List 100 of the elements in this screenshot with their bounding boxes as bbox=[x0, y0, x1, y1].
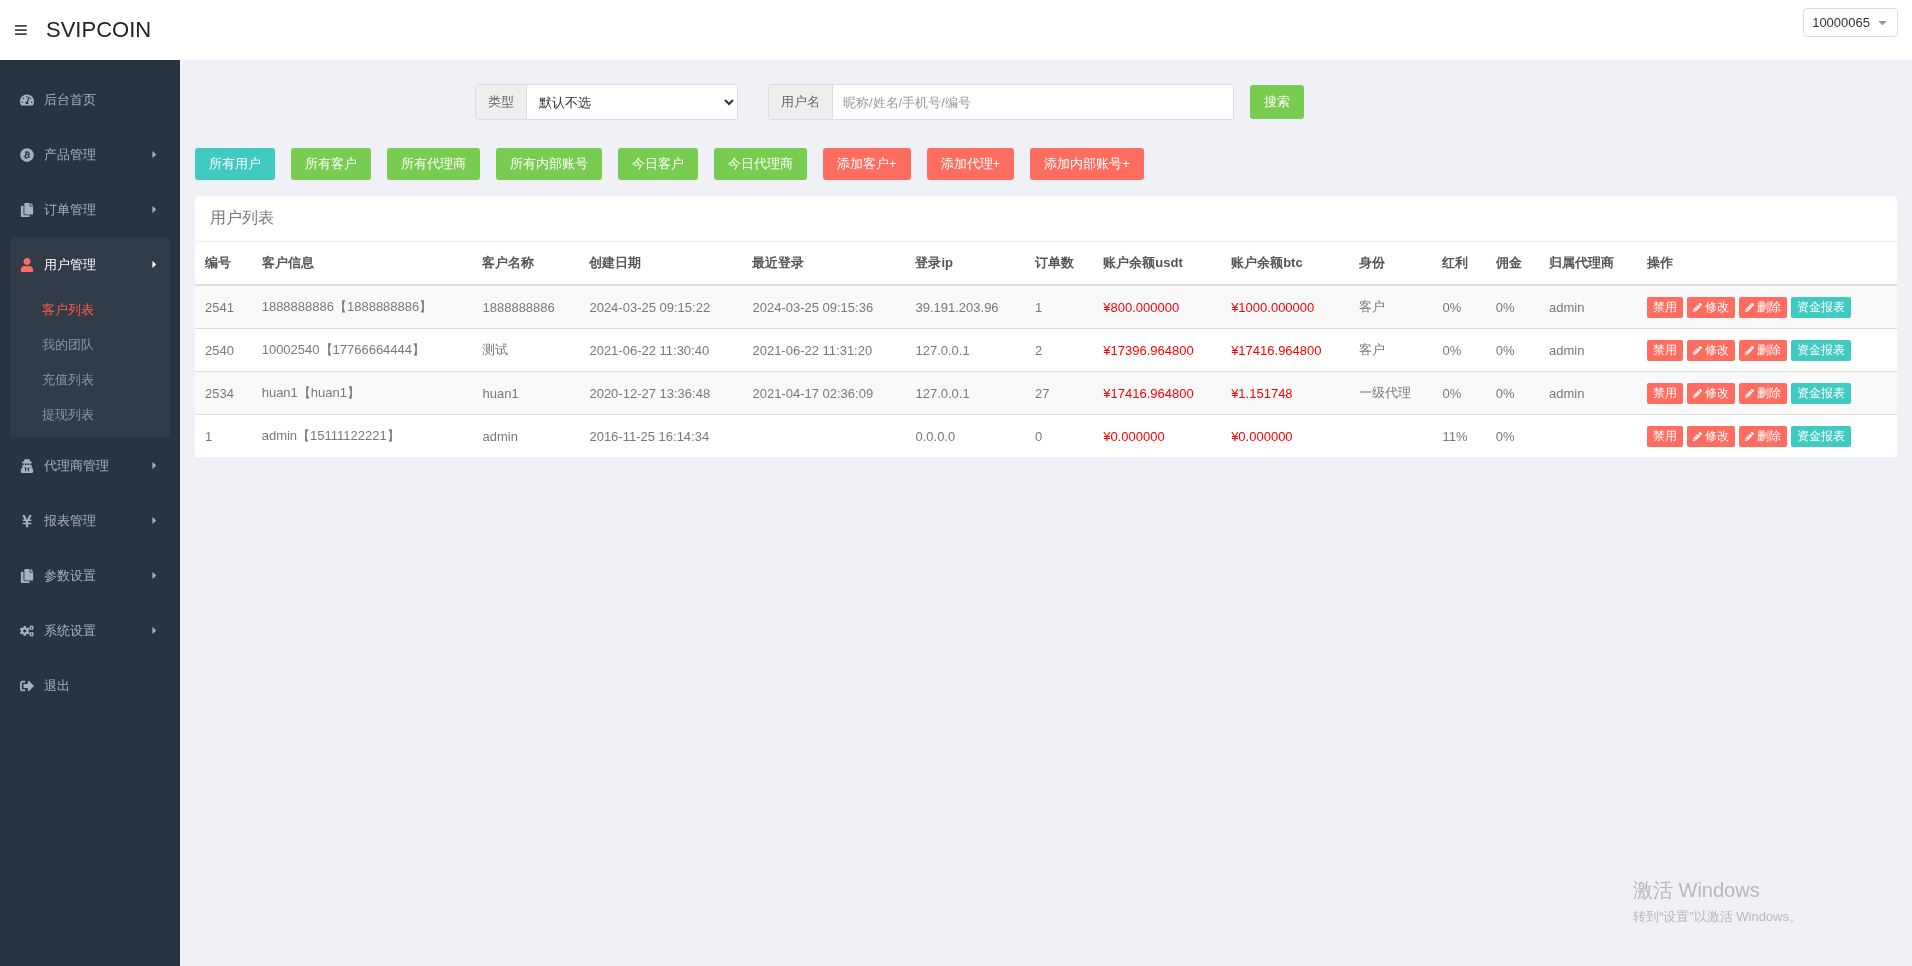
action-button[interactable]: 修改 bbox=[1687, 339, 1736, 361]
agent-icon bbox=[20, 458, 34, 473]
filter-button[interactable]: 今日客户 bbox=[618, 148, 698, 180]
type-select[interactable]: 类型 默认不选 bbox=[475, 84, 738, 120]
action-button[interactable]: 资金报表 bbox=[1791, 382, 1852, 404]
action-button[interactable]: 禁用 bbox=[1647, 296, 1684, 318]
table-cell: 127.0.0.1 bbox=[905, 328, 1025, 372]
cogs-icon bbox=[20, 623, 34, 638]
filter-button[interactable]: 所有代理商 bbox=[387, 148, 480, 180]
table-cell: admin bbox=[1538, 371, 1638, 415]
table-cell: 2541 bbox=[195, 285, 252, 329]
action-button[interactable]: 删除 bbox=[1739, 425, 1788, 447]
table-cell: 0% bbox=[1432, 328, 1486, 372]
yen-icon bbox=[20, 513, 34, 528]
table-cell: 0% bbox=[1485, 328, 1539, 372]
copy-icon bbox=[20, 202, 34, 217]
table-cell: 1888888886【1888888886】 bbox=[251, 285, 473, 329]
table-cell: 2534 bbox=[195, 371, 252, 415]
filter-button[interactable]: 添加客户+ bbox=[823, 148, 911, 180]
table-cell: ¥1.151748 bbox=[1221, 371, 1349, 415]
table-cell: ¥800.000000 bbox=[1093, 285, 1222, 329]
table-cell: huan1【huan1】 bbox=[251, 371, 473, 415]
menu-icon[interactable]: ≡ bbox=[14, 18, 28, 42]
action-button[interactable]: 资金报表 bbox=[1791, 339, 1852, 361]
table-cell: 0% bbox=[1485, 371, 1539, 415]
table-cell: 0% bbox=[1485, 285, 1539, 329]
filter-button[interactable]: 所有客户 bbox=[291, 148, 371, 180]
table-cell: ¥17396.964800 bbox=[1093, 328, 1222, 372]
table-cell: 2020-12-27 13:36:48 bbox=[579, 371, 743, 415]
table-cell: 10002540【17766664444】 bbox=[251, 328, 473, 372]
table-cell: 0.0.0.0 bbox=[905, 414, 1025, 457]
user-icon bbox=[20, 257, 34, 272]
action-button[interactable]: 修改 bbox=[1687, 296, 1736, 318]
sidebar-item[interactable]: 产品管理 bbox=[10, 127, 170, 182]
action-button[interactable]: 修改 bbox=[1687, 382, 1736, 404]
action-button[interactable]: 资金报表 bbox=[1791, 296, 1852, 318]
table-cell: 0% bbox=[1432, 371, 1486, 415]
table-cell: 127.0.0.1 bbox=[905, 371, 1025, 415]
table-cell: ¥0.000000 bbox=[1093, 414, 1222, 457]
pencil-icon bbox=[1745, 345, 1755, 355]
sidebar-item[interactable]: 退出 bbox=[10, 658, 170, 713]
pencil-icon bbox=[1693, 388, 1703, 398]
sidebar-item[interactable]: 后台首页 bbox=[10, 72, 170, 127]
table-cell: admin bbox=[1538, 285, 1638, 329]
table-cell: 0% bbox=[1432, 285, 1486, 329]
table-cell: 1 bbox=[195, 414, 252, 457]
table-cell: admin bbox=[1538, 328, 1638, 372]
sidebar-item[interactable]: 用户管理 bbox=[10, 237, 170, 292]
table-cell: 0% bbox=[1485, 414, 1539, 457]
table-cell: 客户 bbox=[1349, 285, 1433, 329]
sidebar-item[interactable]: 报表管理 bbox=[10, 493, 170, 548]
filter-button[interactable]: 添加内部账号+ bbox=[1030, 148, 1144, 180]
action-button[interactable]: 禁用 bbox=[1647, 339, 1684, 361]
panel-title: 用户列表 bbox=[195, 196, 1897, 242]
action-button[interactable]: 删除 bbox=[1739, 382, 1788, 404]
table-cell: 一级代理 bbox=[1349, 371, 1433, 415]
bitcoin-icon bbox=[20, 147, 34, 162]
pencil-icon bbox=[1693, 431, 1703, 441]
table-cell: 测试 bbox=[472, 328, 580, 372]
table-cell: 客户 bbox=[1349, 328, 1433, 372]
table-cell: ¥1000.000000 bbox=[1221, 285, 1349, 329]
pencil-icon bbox=[1745, 431, 1755, 441]
table-cell: 2540 bbox=[195, 328, 252, 372]
action-button[interactable]: 修改 bbox=[1687, 425, 1736, 447]
table-cell: admin bbox=[472, 414, 580, 457]
copy-icon bbox=[20, 568, 34, 583]
sidebar-item[interactable]: 代理商管理 bbox=[10, 438, 170, 493]
table-cell: 2021-06-22 11:31:20 bbox=[742, 328, 906, 372]
filter-button[interactable]: 所有内部账号 bbox=[496, 148, 602, 180]
table-cell: huan1 bbox=[472, 371, 580, 415]
table-cell: 11% bbox=[1432, 414, 1486, 457]
table-cell: ¥17416.964800 bbox=[1221, 328, 1349, 372]
submenu-item[interactable]: 提现列表 bbox=[10, 397, 170, 432]
action-button[interactable]: 禁用 bbox=[1647, 382, 1684, 404]
table-cell: 2021-04-17 02:36:09 bbox=[742, 371, 906, 415]
pencil-icon bbox=[1693, 345, 1703, 355]
pencil-icon bbox=[1745, 302, 1755, 312]
filter-button[interactable]: 所有用户 bbox=[195, 148, 275, 180]
search-button[interactable]: 搜索 bbox=[1250, 85, 1304, 119]
action-button[interactable]: 删除 bbox=[1739, 296, 1788, 318]
submenu-item[interactable]: 充值列表 bbox=[10, 362, 170, 397]
brand-name: SVIPCOIN bbox=[46, 17, 152, 43]
table-cell: 1 bbox=[1024, 285, 1094, 329]
filter-button[interactable]: 今日代理商 bbox=[714, 148, 807, 180]
username-field[interactable]: 用户名 昵称/姓名/手机号/编号 bbox=[768, 84, 1234, 120]
sidebar-item[interactable]: 订单管理 bbox=[10, 182, 170, 237]
sidebar-item[interactable]: 参数设置 bbox=[10, 548, 170, 603]
sidebar-item[interactable]: 系统设置 bbox=[10, 603, 170, 658]
table-cell: 2 bbox=[1024, 328, 1094, 372]
table-cell: 1888888886 bbox=[472, 285, 580, 329]
table-cell: 2024-03-25 09:15:22 bbox=[579, 285, 743, 329]
table-cell: ¥0.000000 bbox=[1221, 414, 1349, 457]
submenu-item[interactable]: 我的团队 bbox=[10, 327, 170, 362]
logout-icon bbox=[20, 678, 34, 693]
submenu-item[interactable]: 客户列表 bbox=[10, 292, 170, 327]
action-button[interactable]: 禁用 bbox=[1647, 425, 1684, 447]
action-button[interactable]: 资金报表 bbox=[1791, 425, 1852, 447]
filter-button[interactable]: 添加代理+ bbox=[926, 148, 1015, 180]
action-button[interactable]: 删除 bbox=[1739, 339, 1788, 361]
user-dropdown[interactable]: 10000065 bbox=[1803, 8, 1898, 37]
